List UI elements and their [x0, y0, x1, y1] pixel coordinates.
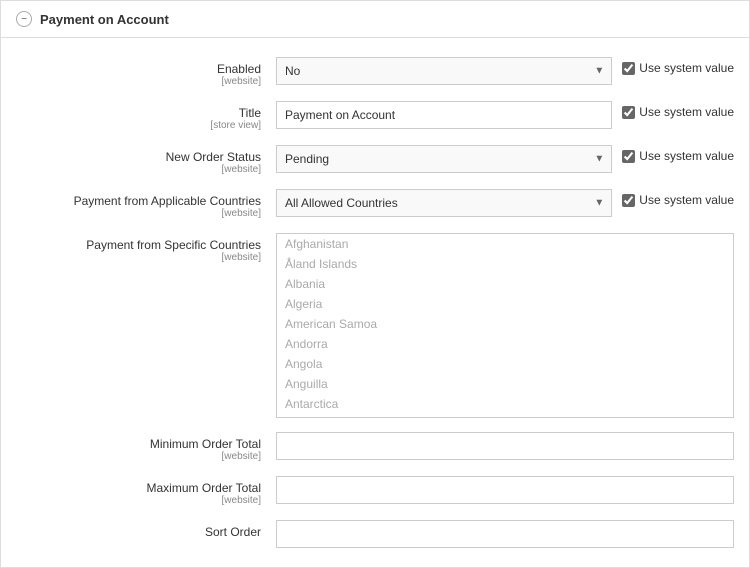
maximum-order-total-input[interactable] — [276, 476, 734, 504]
maximum-order-total-input-col — [276, 476, 734, 504]
payment-applicable-use-system-checkbox[interactable] — [622, 194, 635, 207]
new-order-status-select-wrapper: Pending Processing ▼ — [276, 145, 612, 173]
new-order-status-scope: [website] — [16, 164, 261, 175]
title-label-col: Title [store view] — [16, 101, 276, 131]
maximum-order-total-row: Maximum Order Total [website] — [1, 469, 749, 513]
minimum-order-total-input-wrapper — [276, 432, 734, 460]
section-toggle-icon[interactable]: − — [16, 11, 32, 27]
title-row: Title [store view] Use system value — [1, 94, 749, 138]
minimum-order-total-input-col — [276, 432, 734, 460]
section-header: − Payment on Account — [1, 1, 749, 38]
title-use-system-label[interactable]: Use system value — [622, 101, 734, 119]
enabled-use-system-checkbox[interactable] — [622, 62, 635, 75]
enabled-use-system-text: Use system value — [639, 61, 734, 75]
enabled-input-col: No Yes ▼ Use system value — [276, 57, 734, 85]
title-scope: [store view] — [16, 120, 261, 131]
sort-order-label: Sort Order — [205, 525, 261, 539]
toggle-symbol: − — [21, 14, 27, 25]
title-input-wrapper — [276, 101, 612, 129]
enabled-select[interactable]: No Yes — [276, 57, 612, 85]
title-use-system-text: Use system value — [639, 105, 734, 119]
section-title: Payment on Account — [40, 12, 169, 27]
sort-order-label-col: Sort Order — [16, 520, 276, 539]
new-order-status-label: New Order Status — [166, 150, 261, 164]
payment-applicable-label: Payment from Applicable Countries — [74, 194, 261, 208]
list-item[interactable]: Åland Islands — [277, 254, 733, 274]
title-input-col: Use system value — [276, 101, 734, 129]
payment-applicable-row: Payment from Applicable Countries [websi… — [1, 182, 749, 226]
payment-specific-label: Payment from Specific Countries — [86, 238, 261, 252]
new-order-status-use-system-text: Use system value — [639, 149, 734, 163]
new-order-status-label-col: New Order Status [website] — [16, 145, 276, 175]
enabled-scope: [website] — [16, 76, 261, 87]
enabled-select-wrapper: No Yes ▼ — [276, 57, 612, 85]
list-item[interactable]: Anguilla — [277, 374, 733, 394]
enabled-label-col: Enabled [website] — [16, 57, 276, 87]
payment-specific-scope: [website] — [16, 252, 261, 263]
payment-specific-listbox-wrapper: AfghanistanÅland IslandsAlbaniaAlgeriaAm… — [276, 233, 734, 418]
payment-applicable-label-col: Payment from Applicable Countries [websi… — [16, 189, 276, 219]
list-item[interactable]: Andorra — [277, 334, 733, 354]
title-use-system-checkbox[interactable] — [622, 106, 635, 119]
list-item[interactable]: Angola — [277, 354, 733, 374]
enabled-row: Enabled [website] No Yes ▼ Use system va… — [1, 50, 749, 94]
sort-order-input[interactable] — [276, 520, 734, 548]
list-item[interactable]: American Samoa — [277, 314, 733, 334]
minimum-order-total-row: Minimum Order Total [website] — [1, 425, 749, 469]
payment-applicable-use-system-label[interactable]: Use system value — [622, 189, 734, 207]
enabled-use-system-label[interactable]: Use system value — [622, 57, 734, 75]
new-order-status-select[interactable]: Pending Processing — [276, 145, 612, 173]
sort-order-input-wrapper — [276, 520, 734, 548]
title-input[interactable] — [276, 101, 612, 129]
list-item[interactable]: Antarctica — [277, 394, 733, 414]
title-label: Title — [239, 106, 261, 120]
maximum-order-total-scope: [website] — [16, 495, 261, 506]
maximum-order-total-input-wrapper — [276, 476, 734, 504]
new-order-status-use-system-checkbox[interactable] — [622, 150, 635, 163]
payment-applicable-select[interactable]: All Allowed Countries Specific Countries — [276, 189, 612, 217]
enabled-label: Enabled — [217, 62, 261, 76]
payment-specific-label-col: Payment from Specific Countries [website… — [16, 233, 276, 263]
minimum-order-total-label: Minimum Order Total — [150, 437, 261, 451]
page-container: − Payment on Account Enabled [website] N… — [0, 0, 750, 568]
list-item[interactable]: Afghanistan — [277, 234, 733, 254]
list-item[interactable]: Antigua & Barbuda — [277, 414, 733, 418]
sort-order-input-col — [276, 520, 734, 548]
list-item[interactable]: Albania — [277, 274, 733, 294]
payment-applicable-input-col: All Allowed Countries Specific Countries… — [276, 189, 734, 217]
new-order-status-row: New Order Status [website] Pending Proce… — [1, 138, 749, 182]
sort-order-row: Sort Order — [1, 513, 749, 555]
payment-applicable-select-wrapper: All Allowed Countries Specific Countries… — [276, 189, 612, 217]
payment-specific-input-col: AfghanistanÅland IslandsAlbaniaAlgeriaAm… — [276, 233, 734, 418]
minimum-order-total-input[interactable] — [276, 432, 734, 460]
minimum-order-total-label-col: Minimum Order Total [website] — [16, 432, 276, 462]
payment-specific-row: Payment from Specific Countries [website… — [1, 226, 749, 425]
new-order-status-input-col: Pending Processing ▼ Use system value — [276, 145, 734, 173]
payment-specific-listbox[interactable]: AfghanistanÅland IslandsAlbaniaAlgeriaAm… — [276, 233, 734, 418]
maximum-order-total-label-col: Maximum Order Total [website] — [16, 476, 276, 506]
new-order-status-use-system-label[interactable]: Use system value — [622, 145, 734, 163]
minimum-order-total-scope: [website] — [16, 451, 261, 462]
payment-applicable-scope: [website] — [16, 208, 261, 219]
list-item[interactable]: Algeria — [277, 294, 733, 314]
maximum-order-total-label: Maximum Order Total — [147, 481, 261, 495]
form-body: Enabled [website] No Yes ▼ Use system va… — [1, 38, 749, 567]
payment-applicable-use-system-text: Use system value — [639, 193, 734, 207]
